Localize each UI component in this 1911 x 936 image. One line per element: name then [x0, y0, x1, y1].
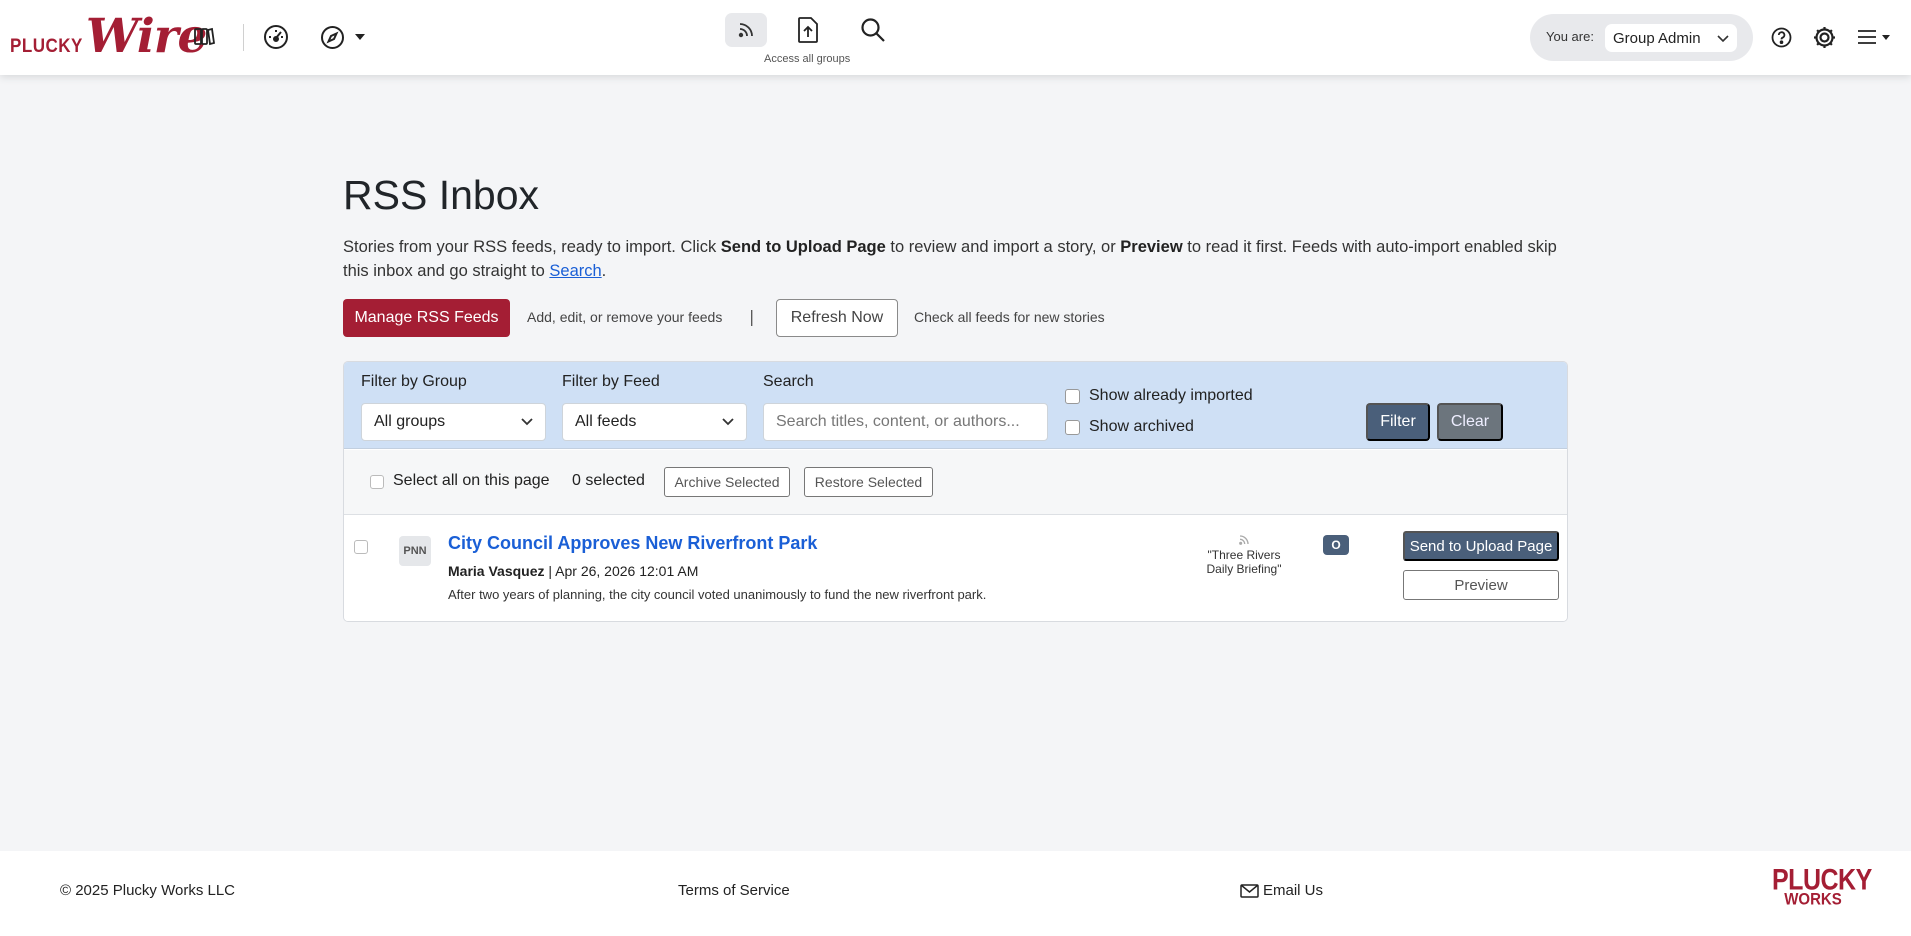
intro-bold-send: Send to Upload Page — [720, 238, 886, 256]
dashboard-gauge-icon[interactable] — [263, 24, 289, 50]
intro-paragraph: Stories from your RSS feeds, ready to im… — [343, 235, 1573, 283]
story-author: Maria Vasquez — [448, 563, 545, 579]
help-icon[interactable] — [1771, 27, 1792, 48]
story-summary: After two years of planning, the city co… — [448, 587, 987, 602]
intro-bold-preview: Preview — [1120, 238, 1183, 256]
page-footer: © 2025 Plucky Works LLC Terms of Service… — [0, 851, 1911, 936]
story-select-checkbox[interactable] — [354, 540, 368, 554]
select-all-label[interactable]: Select all on this page — [393, 472, 550, 490]
show-archived-label: Show archived — [1089, 418, 1194, 435]
filter-group-label: Filter by Group — [361, 373, 467, 390]
story-date: Apr 26, 2026 12:01 AM — [555, 563, 699, 579]
menu-chevron-down-icon[interactable] — [1882, 35, 1890, 40]
select-all-checkbox[interactable] — [370, 475, 384, 489]
rss-inbox-panel: Filter by Group All groups Filter by Fee… — [343, 361, 1568, 622]
checkbox-box[interactable] — [1065, 388, 1080, 404]
bulk-selection-bar: Select all on this page 0 selected Archi… — [344, 450, 1567, 515]
chevron-down-icon — [521, 413, 533, 431]
manage-rss-feeds-button[interactable]: Manage RSS Feeds — [343, 299, 510, 337]
email-us-link[interactable]: Email Us — [1240, 882, 1323, 899]
search-input[interactable]: Search titles, content, or authors... — [763, 403, 1048, 441]
access-all-groups-label: Access all groups — [764, 53, 851, 65]
explore-chevron-down-icon[interactable] — [354, 33, 366, 41]
filter-group-value: All groups — [374, 413, 446, 430]
intro-text-2: to review and import a story, or — [885, 238, 1121, 256]
rss-icon — [1239, 535, 1249, 545]
terms-of-service-link[interactable]: Terms of Service — [678, 882, 790, 899]
send-to-upload-page-button[interactable]: Send to Upload Page — [1403, 531, 1559, 561]
you-are-label: You are: — [1546, 29, 1594, 44]
story-meta: Maria Vasquez | Apr 26, 2026 12:01 AM — [448, 563, 698, 579]
logo-plucky-text: PLUCKY — [10, 34, 83, 57]
intro-text-4: . — [601, 262, 607, 280]
footer-logo-line2: WORKS — [1784, 890, 1842, 909]
compass-icon[interactable] — [320, 25, 345, 50]
filter-group-select[interactable]: All groups — [361, 403, 546, 441]
actions-separator: | — [749, 307, 755, 326]
chevron-down-icon — [722, 413, 734, 431]
email-us-label: Email Us — [1263, 882, 1324, 899]
filter-bar: Filter by Group All groups Filter by Fee… — [344, 362, 1567, 449]
filter-button[interactable]: Filter — [1366, 403, 1430, 441]
story-feed-name: "Three Rivers Daily Briefing" — [1184, 534, 1304, 576]
story-title-link[interactable]: City Council Approves New Riverfront Par… — [448, 533, 817, 554]
logo-wire-text: Wire — [85, 9, 207, 64]
chevron-down-icon — [1717, 30, 1729, 47]
selected-count: 0 selected — [572, 472, 645, 489]
show-imported-label: Show already imported — [1089, 387, 1253, 404]
envelope-icon — [1240, 883, 1259, 898]
nav-divider — [243, 24, 244, 51]
library-icon[interactable] — [193, 25, 215, 47]
search-label: Search — [763, 373, 814, 390]
feed-name-line2: Daily Briefing" — [1206, 562, 1282, 576]
role-select[interactable]: Group Admin — [1605, 24, 1737, 52]
story-status-badge: O — [1323, 535, 1349, 555]
restore-selected-button[interactable]: Restore Selected — [804, 467, 933, 497]
search-link[interactable]: Search — [549, 262, 601, 280]
plucky-works-logo[interactable]: PLUCKY WORKS — [1772, 865, 1872, 909]
role-switcher: You are: Group Admin — [1530, 14, 1753, 61]
checkbox-box[interactable] — [1065, 419, 1080, 435]
clear-button[interactable]: Clear — [1437, 403, 1503, 441]
footer-copyright: © 2025 Plucky Works LLC — [60, 882, 236, 899]
archive-selected-button[interactable]: Archive Selected — [664, 467, 790, 497]
intro-text-1: Stories from your RSS feeds, ready to im… — [343, 238, 721, 256]
manage-feeds-hint: Add, edit, or remove your feeds — [527, 309, 723, 325]
filter-feed-select[interactable]: All feeds — [562, 403, 747, 441]
page-title: RSS Inbox — [343, 172, 539, 218]
refresh-now-button[interactable]: Refresh Now — [776, 299, 898, 337]
preview-button[interactable]: Preview — [1403, 570, 1559, 600]
search-icon[interactable] — [860, 17, 886, 43]
rss-inbox-nav-icon[interactable] — [725, 13, 767, 47]
upload-file-icon[interactable] — [796, 16, 820, 44]
hamburger-menu-icon[interactable] — [1857, 29, 1877, 45]
plucky-wire-logo[interactable]: PLUCKY Wire — [10, 9, 207, 64]
filter-feed-label: Filter by Feed — [562, 373, 660, 390]
gear-icon[interactable] — [1812, 25, 1837, 50]
feed-name-line1: "Three Rivers — [1207, 548, 1281, 562]
refresh-hint: Check all feeds for new stories — [914, 309, 1105, 325]
show-archived-checkbox[interactable]: Show archived — [1065, 418, 1194, 436]
role-select-value: Group Admin — [1613, 29, 1701, 47]
source-badge: PNN — [399, 536, 431, 566]
story-row: PNN City Council Approves New Riverfront… — [344, 516, 1567, 621]
filter-feed-value: All feeds — [575, 413, 637, 430]
meta-separator: | — [544, 563, 556, 579]
top-navbar: PLUCKY Wire Access all groups You are: G… — [0, 0, 1911, 75]
show-imported-checkbox[interactable]: Show already imported — [1065, 387, 1253, 405]
